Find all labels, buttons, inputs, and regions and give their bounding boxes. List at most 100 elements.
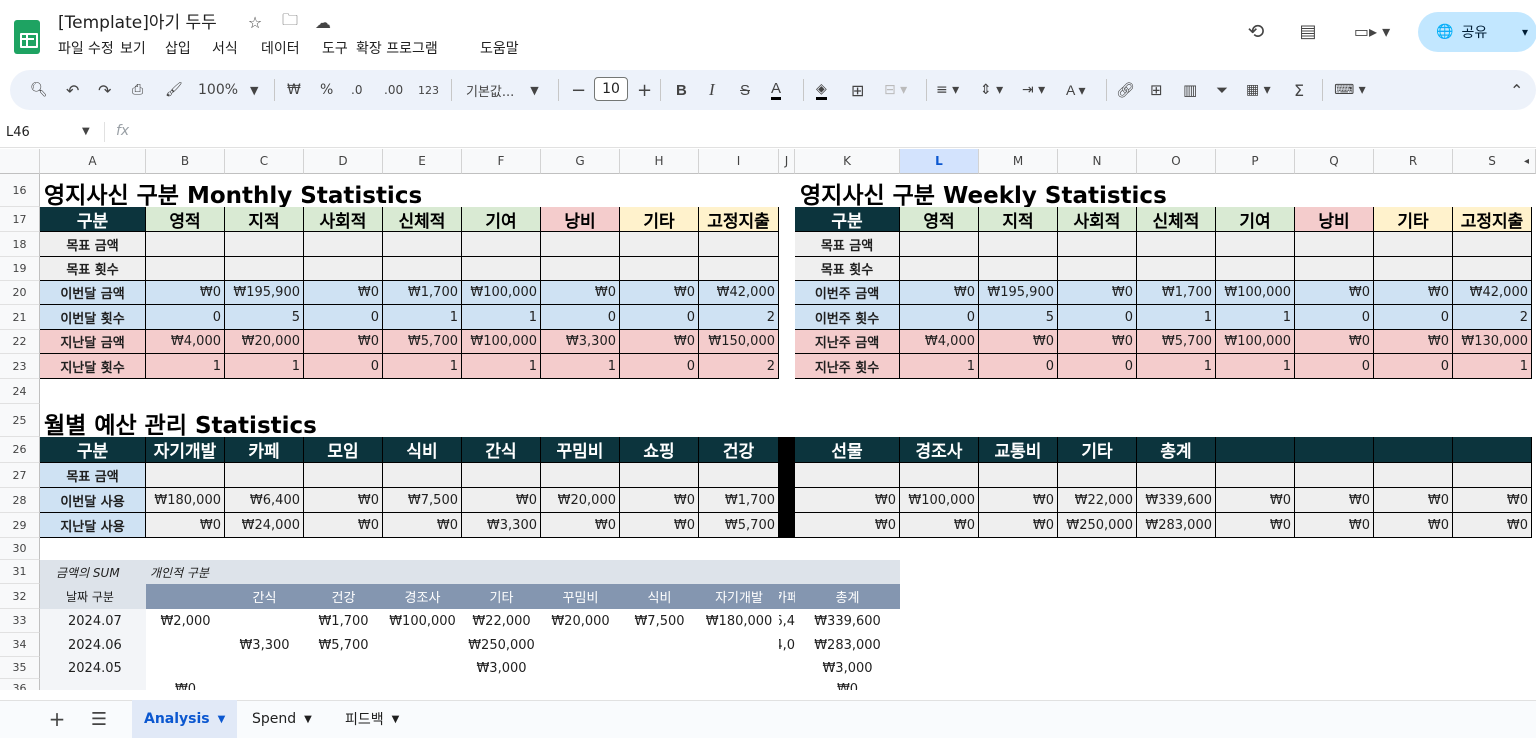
monthly-cell[interactable] [541,232,620,257]
text-rotation-icon[interactable]: A ▾ [1066,80,1085,100]
budget-row-label[interactable]: 목표 금액 [40,463,146,488]
column-header-K[interactable]: K [795,149,900,174]
monthly-cell[interactable] [541,257,620,281]
monthly-header-2[interactable]: 지적 [225,207,304,232]
budget-header-14[interactable]: 총계 [1137,437,1216,463]
monthly-cell[interactable] [304,232,383,257]
budget-header-6[interactable]: 꾸밈비 [541,437,620,463]
monthly-row-label[interactable]: 지난달 금액 [40,330,146,354]
budget-header-15[interactable] [1216,437,1295,463]
monthly-cell[interactable]: 1 [146,354,225,379]
budget-cell[interactable]: ₩180,000 [146,488,225,513]
name-box[interactable]: L46 [6,125,30,140]
budget-cell[interactable]: ₩0 [1216,513,1295,538]
weekly-header-1[interactable]: 영적 [900,207,979,232]
print-icon[interactable]: ⎙ [132,80,143,100]
merge-cells-icon[interactable]: ⊟ ▾ [884,80,907,100]
column-header-D[interactable]: D [304,149,383,174]
weekly-cell[interactable]: ₩130,000 [1453,330,1532,354]
filter-icon[interactable]: ⏷ [1216,80,1228,100]
share-button[interactable]: 🌐 공유 [1418,12,1513,52]
column-header-F[interactable]: F [462,149,541,174]
budget-cell[interactable]: ₩0 [541,513,620,538]
version-history-icon[interactable]: ⟲ [1243,18,1269,44]
weekly-cell[interactable] [1374,232,1453,257]
budget-cell[interactable]: ₩0 [1374,488,1453,513]
budget-cell[interactable]: ₩3,300 [462,513,541,538]
weekly-cell[interactable] [1295,232,1374,257]
budget-cell[interactable]: ₩0 [1453,488,1532,513]
budget-cell[interactable]: ₩100,000 [900,488,979,513]
weekly-cell[interactable] [1453,232,1532,257]
monthly-row-label[interactable]: 이번달 횟수 [40,305,146,330]
weekly-cell[interactable] [1058,257,1137,281]
budget-cell[interactable] [1374,463,1453,488]
budget-cell[interactable]: ₩0 [1295,488,1374,513]
monthly-row-label[interactable]: 지난달 횟수 [40,354,146,379]
monthly-cell[interactable]: 2 [699,305,779,330]
column-header-A[interactable]: A [40,149,146,174]
more-formats-button[interactable]: 123 [418,80,439,100]
document-title[interactable]: [Template]아기 두두 [58,8,217,33]
weekly-cell[interactable] [979,257,1058,281]
budget-header-8[interactable]: 건강 [699,437,779,463]
budget-divider[interactable] [779,437,795,463]
filter-views-icon[interactable]: ▦ ▾ [1246,80,1271,100]
budget-cell[interactable]: ₩0 [1453,513,1532,538]
row-header-19[interactable]: 19 [0,257,40,281]
undo-icon[interactable]: ↶ [66,80,79,100]
monthly-cell[interactable] [699,232,779,257]
row-header-26[interactable]: 26 [0,437,40,463]
row-header-29[interactable]: 29 [0,513,40,538]
budget-cell[interactable]: ₩0 [620,488,699,513]
monthly-cell[interactable]: ₩150,000 [699,330,779,354]
monthly-cell[interactable]: ₩0 [541,281,620,305]
monthly-cell[interactable]: ₩20,000 [225,330,304,354]
weekly-cell[interactable]: 0 [1295,354,1374,379]
formula-input[interactable] [140,120,1530,146]
weekly-cell[interactable]: 0 [1374,305,1453,330]
budget-cell[interactable]: ₩0 [795,513,900,538]
budget-cell[interactable]: ₩339,600 [1137,488,1216,513]
increase-font-size-icon[interactable]: + [637,80,652,101]
insert-link-icon[interactable]: 🔗︎ [1116,80,1135,100]
budget-row-label[interactable]: 지난달 사용 [40,513,146,538]
monthly-cell[interactable]: 1 [462,305,541,330]
share-dropdown-button[interactable]: ▾ [1513,12,1536,52]
weekly-cell[interactable] [1374,257,1453,281]
budget-header-3[interactable]: 모임 [304,437,383,463]
row-header-23[interactable]: 23 [0,354,40,379]
budget-header-17[interactable] [1374,437,1453,463]
weekly-cell[interactable] [1058,232,1137,257]
weekly-cell[interactable]: 1 [1453,354,1532,379]
monthly-cell[interactable] [225,232,304,257]
monthly-cell[interactable]: ₩0 [146,281,225,305]
column-header-H[interactable]: H [620,149,699,174]
budget-cell[interactable] [146,463,225,488]
budget-divider[interactable] [779,463,795,488]
monthly-header-8[interactable]: 고정지출 [699,207,779,232]
row-header-22[interactable]: 22 [0,330,40,354]
row-header-20[interactable]: 20 [0,281,40,305]
monthly-cell[interactable]: 0 [620,354,699,379]
increase-decimal-button[interactable]: .00 [384,80,403,100]
budget-header-12[interactable]: 교통비 [979,437,1058,463]
budget-header-11[interactable]: 경조사 [900,437,979,463]
weekly-header-2[interactable]: 지적 [979,207,1058,232]
weekly-cell[interactable] [1216,257,1295,281]
budget-cell[interactable] [795,463,900,488]
zoom-select[interactable]: 100% ▼ [198,80,259,100]
monthly-cell[interactable] [383,257,462,281]
budget-cell[interactable] [1295,463,1374,488]
budget-row-label[interactable]: 이번달 사용 [40,488,146,513]
weekly-row-label[interactable]: 목표 금액 [795,232,900,257]
row-header-34[interactable]: 34 [0,633,40,657]
weekly-cell[interactable]: 1 [1137,354,1216,379]
decrease-decimal-button[interactable]: .0 [351,80,362,100]
budget-header-10[interactable]: 선물 [795,437,900,463]
monthly-cell[interactable]: 2 [699,354,779,379]
column-header-M[interactable]: M [979,149,1058,174]
menu-1[interactable]: 수정 [88,38,114,58]
budget-cell[interactable]: ₩0 [979,488,1058,513]
weekly-cell[interactable]: ₩0 [1058,330,1137,354]
